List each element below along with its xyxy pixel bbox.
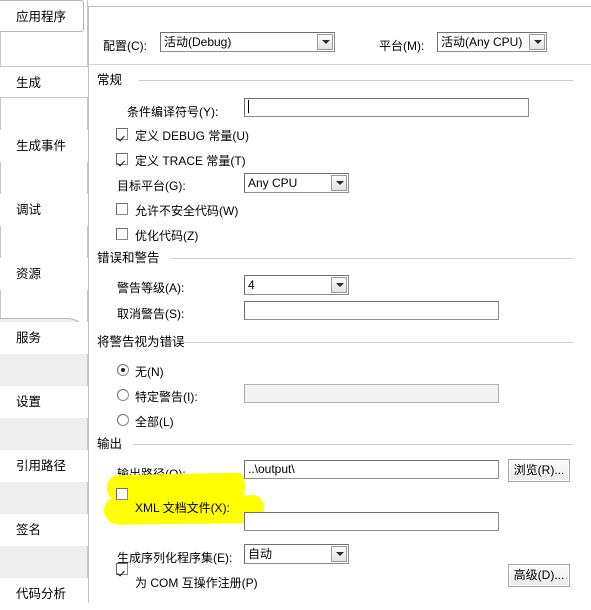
properties-window: 应用程序 生成 生成事件 调试 资源 服务 设置 引用路径 签名 代码分析 配置… bbox=[0, 0, 591, 610]
com-interop-label: 为 COM 互操作注册(P) bbox=[135, 576, 258, 590]
xml-doc-input[interactable] bbox=[244, 512, 499, 531]
xml-doc-checkbox[interactable] bbox=[116, 488, 128, 500]
com-interop-checkbox[interactable] bbox=[116, 563, 128, 575]
